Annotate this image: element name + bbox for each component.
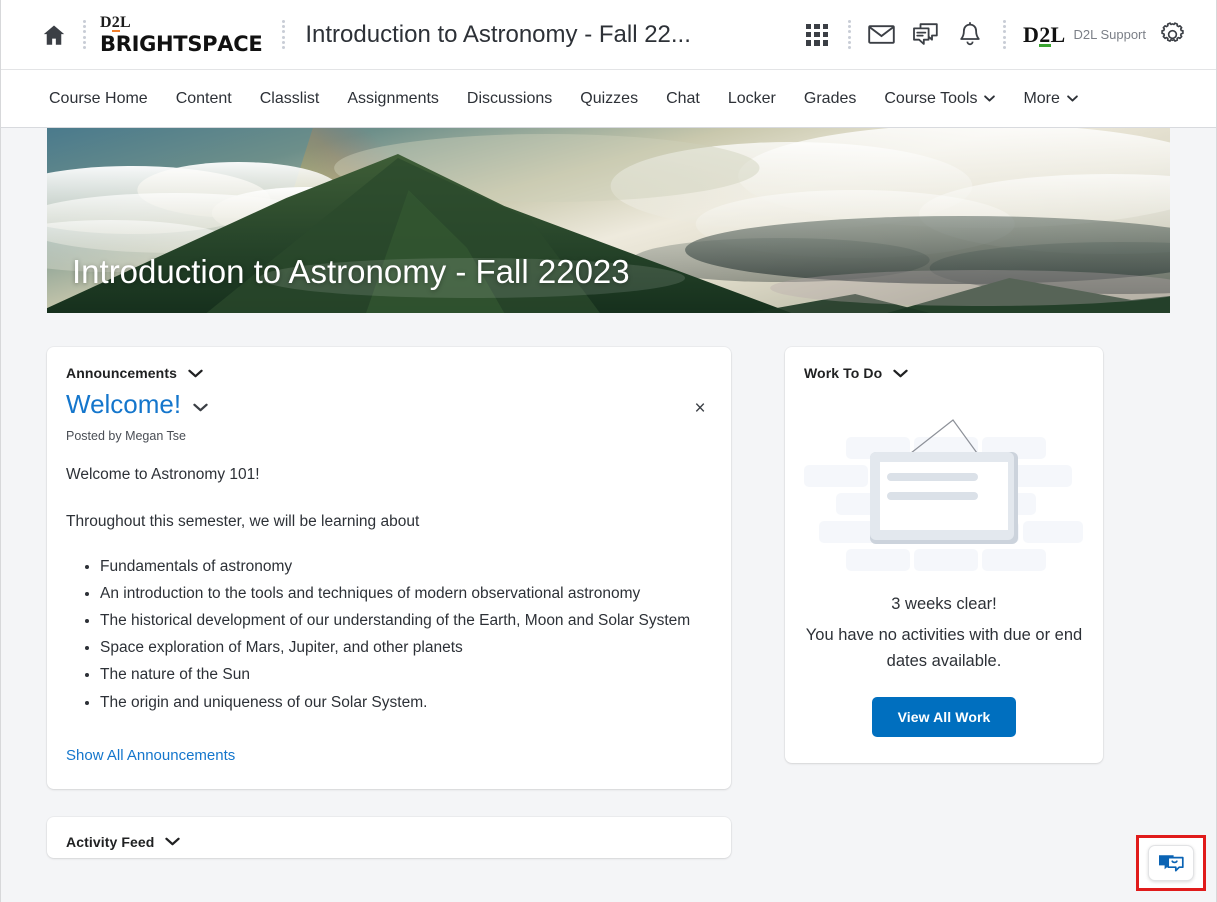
right-column: Work To Do 3 weeks clear! You have no ac… xyxy=(785,347,1103,858)
nav-label: Course Home xyxy=(49,89,148,107)
brand-d2l-text: D2L xyxy=(100,13,131,31)
nav-label: More xyxy=(1023,89,1060,107)
announcement-title-link[interactable]: Welcome! xyxy=(66,389,181,420)
list-item: An introduction to the tools and techniq… xyxy=(100,581,712,606)
announcement-paragraph-2: Throughout this semester, we will be lea… xyxy=(66,513,420,531)
left-column: Announcements × Welcome! Posted by Megan… xyxy=(47,347,731,858)
nav-item-discussions[interactable]: Discussions xyxy=(453,84,566,114)
bottom-strip xyxy=(1,896,1216,902)
list-item: Space exploration of Mars, Jupiter, and … xyxy=(100,635,712,660)
work-to-do-title: Work To Do xyxy=(804,365,883,381)
chevron-down-icon[interactable] xyxy=(893,369,908,378)
list-item: Fundamentals of astronomy xyxy=(100,554,712,579)
course-banner: Introduction to Astronomy - Fall 22023 xyxy=(47,128,1170,313)
list-item: The nature of the Sun xyxy=(100,662,712,687)
separator-dots-1 xyxy=(83,19,86,50)
nav-item-course-tools[interactable]: Course Tools xyxy=(870,84,1009,114)
nav-label: Assignments xyxy=(347,89,439,107)
support-label: D2L Support xyxy=(1073,27,1146,42)
chevron-down-icon xyxy=(1067,95,1078,102)
announcement-title-row: Welcome! xyxy=(66,389,712,420)
hanging-checklist-board-illustration xyxy=(804,419,1083,571)
nav-item-assignments[interactable]: Assignments xyxy=(333,84,453,114)
nav-item-course-home[interactable]: Course Home xyxy=(39,84,162,114)
nav-item-locker[interactable]: Locker xyxy=(714,84,790,114)
announcement-posted-by: Posted by Megan Tse xyxy=(66,429,186,443)
chevron-down-icon[interactable] xyxy=(193,403,208,412)
announcement-paragraph-1: Welcome to Astronomy 101! xyxy=(66,466,260,483)
home-button[interactable] xyxy=(39,18,69,52)
apps-grid-icon xyxy=(805,23,828,46)
nav-item-grades[interactable]: Grades xyxy=(790,84,870,114)
show-all-announcements-link[interactable]: Show All Announcements xyxy=(66,747,235,764)
work-to-do-widget: Work To Do 3 weeks clear! You have no ac… xyxy=(785,347,1103,763)
header-icon-group: D2L D2L Support xyxy=(795,13,1194,57)
bell-icon xyxy=(960,21,980,45)
nav-item-content[interactable]: Content xyxy=(162,84,246,114)
work-to-do-button-wrap: View All Work xyxy=(785,696,1103,737)
work-to-do-message: You have no activities with due or end d… xyxy=(805,626,1083,671)
page-content: Introduction to Astronomy - Fall 22023 A… xyxy=(1,128,1216,902)
nav-label: Classlist xyxy=(259,89,320,107)
activity-feed-title: Activity Feed xyxy=(66,833,155,850)
dismiss-announcement-button[interactable]: × xyxy=(689,397,711,419)
nav-item-quizzes[interactable]: Quizzes xyxy=(566,84,652,114)
brightspace-logo[interactable]: D2L BRIGHTSPACE xyxy=(100,13,264,56)
chat-widget-button[interactable] xyxy=(1148,845,1194,881)
alerts-button[interactable] xyxy=(948,13,992,57)
nav-label: Content xyxy=(175,89,232,107)
d2l-mark-text: D2L xyxy=(1022,21,1066,47)
settings-button[interactable] xyxy=(1150,13,1194,57)
announcements-widget-title: Announcements xyxy=(66,365,177,381)
top-header-bar: D2L BRIGHTSPACE Introduction to Astronom… xyxy=(1,0,1216,70)
messages-button[interactable] xyxy=(904,13,948,57)
chevron-down-icon xyxy=(984,95,996,102)
course-navbar: Course Home Content Classlist Assignment… xyxy=(1,70,1216,128)
list-item: The origin and uniqueness of our Solar S… xyxy=(100,690,712,715)
homepage-columns: Announcements × Welcome! Posted by Megan… xyxy=(47,313,1170,858)
announcements-widget: Announcements × Welcome! Posted by Megan… xyxy=(47,347,731,789)
chevron-down-icon[interactable] xyxy=(188,369,203,378)
envelope-icon xyxy=(868,25,896,44)
banner-course-title: Introduction to Astronomy - Fall 22023 xyxy=(72,253,630,290)
work-to-do-headline: 3 weeks clear! xyxy=(891,595,997,613)
announcements-widget-header: Announcements xyxy=(47,347,731,381)
nav-label: Discussions xyxy=(466,89,553,107)
nav-label: Locker xyxy=(727,89,776,107)
announcement-post: × Welcome! Posted by Megan Tse Welcome t… xyxy=(47,381,731,789)
chat-widget-highlight xyxy=(1136,835,1206,891)
course-title-breadcrumb[interactable]: Introduction to Astronomy - Fall 22... xyxy=(305,21,691,49)
activity-feed-header: Activity Feed xyxy=(47,817,731,850)
chat-bubble-icon xyxy=(913,22,939,45)
nav-label: Course Tools xyxy=(884,89,978,107)
nav-label: Chat xyxy=(666,89,700,107)
home-icon xyxy=(43,24,65,45)
page-root: D2L BRIGHTSPACE Introduction to Astronom… xyxy=(0,0,1217,902)
separator-dots-4 xyxy=(1002,19,1006,50)
apps-grid-button[interactable] xyxy=(795,13,839,57)
brand-brightspace-text: BRIGHTSPACE xyxy=(100,31,263,56)
chat-bubbles-icon xyxy=(1159,854,1184,871)
nav-label: Grades xyxy=(803,89,857,107)
support-link[interactable]: D2L D2L Support xyxy=(1022,21,1146,47)
nav-item-chat[interactable]: Chat xyxy=(652,84,714,114)
activity-feed-widget: Activity Feed xyxy=(47,816,731,858)
view-all-work-button[interactable]: View All Work xyxy=(871,696,1017,737)
nav-item-classlist[interactable]: Classlist xyxy=(246,84,334,114)
announcement-bullet-list: Fundamentals of astronomy An introductio… xyxy=(66,554,712,715)
separator-dots-2 xyxy=(282,19,286,50)
nav-label: Quizzes xyxy=(580,89,639,107)
work-to-do-header: Work To Do xyxy=(785,347,1103,381)
chevron-down-icon[interactable] xyxy=(165,837,181,846)
separator-dots-3 xyxy=(847,19,851,50)
gear-icon xyxy=(1160,22,1184,42)
list-item: The historical development of our unders… xyxy=(100,608,712,633)
email-button[interactable] xyxy=(860,13,904,57)
work-to-do-illustration-wrap xyxy=(785,407,1103,577)
nav-item-more[interactable]: More xyxy=(1009,84,1091,114)
